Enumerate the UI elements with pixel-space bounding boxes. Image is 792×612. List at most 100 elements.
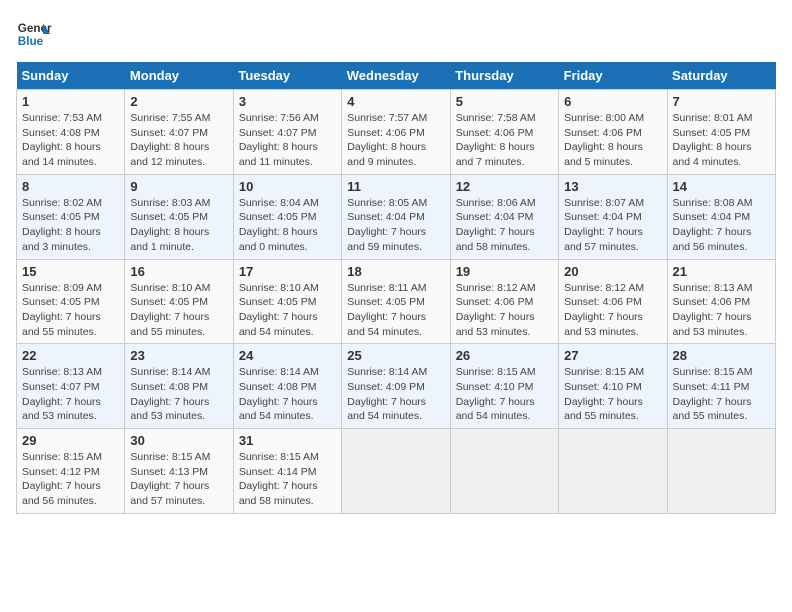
day-number: 5	[456, 94, 553, 109]
col-header-friday: Friday	[559, 62, 667, 90]
day-number: 12	[456, 179, 553, 194]
logo-icon: General Blue	[16, 16, 52, 52]
calendar-cell: 6 Sunrise: 8:00 AM Sunset: 4:06 PM Dayli…	[559, 90, 667, 175]
day-number: 31	[239, 433, 336, 448]
day-number: 6	[564, 94, 661, 109]
day-number: 25	[347, 348, 444, 363]
day-number: 10	[239, 179, 336, 194]
week-row-2: 8 Sunrise: 8:02 AM Sunset: 4:05 PM Dayli…	[17, 174, 776, 259]
calendar-cell: 11 Sunrise: 8:05 AM Sunset: 4:04 PM Dayl…	[342, 174, 450, 259]
day-number: 17	[239, 264, 336, 279]
svg-text:Blue: Blue	[18, 35, 44, 48]
day-number: 19	[456, 264, 553, 279]
day-number: 14	[673, 179, 770, 194]
day-detail: Sunrise: 7:57 AM Sunset: 4:06 PM Dayligh…	[347, 111, 444, 170]
day-detail: Sunrise: 8:08 AM Sunset: 4:04 PM Dayligh…	[673, 196, 770, 255]
col-header-thursday: Thursday	[450, 62, 558, 90]
day-number: 3	[239, 94, 336, 109]
calendar-cell: 7 Sunrise: 8:01 AM Sunset: 4:05 PM Dayli…	[667, 90, 775, 175]
col-header-monday: Monday	[125, 62, 233, 90]
day-number: 29	[22, 433, 119, 448]
calendar-cell: 27 Sunrise: 8:15 AM Sunset: 4:10 PM Dayl…	[559, 344, 667, 429]
day-detail: Sunrise: 8:14 AM Sunset: 4:08 PM Dayligh…	[130, 365, 227, 424]
day-number: 18	[347, 264, 444, 279]
day-number: 27	[564, 348, 661, 363]
day-detail: Sunrise: 8:10 AM Sunset: 4:05 PM Dayligh…	[130, 281, 227, 340]
calendar-cell: 12 Sunrise: 8:06 AM Sunset: 4:04 PM Dayl…	[450, 174, 558, 259]
day-detail: Sunrise: 8:14 AM Sunset: 4:09 PM Dayligh…	[347, 365, 444, 424]
calendar-cell: 20 Sunrise: 8:12 AM Sunset: 4:06 PM Dayl…	[559, 259, 667, 344]
day-number: 7	[673, 94, 770, 109]
day-number: 4	[347, 94, 444, 109]
day-detail: Sunrise: 8:13 AM Sunset: 4:07 PM Dayligh…	[22, 365, 119, 424]
day-number: 23	[130, 348, 227, 363]
calendar-cell: 31 Sunrise: 8:15 AM Sunset: 4:14 PM Dayl…	[233, 429, 341, 514]
calendar-cell: 2 Sunrise: 7:55 AM Sunset: 4:07 PM Dayli…	[125, 90, 233, 175]
day-detail: Sunrise: 7:56 AM Sunset: 4:07 PM Dayligh…	[239, 111, 336, 170]
calendar-cell: 1 Sunrise: 7:53 AM Sunset: 4:08 PM Dayli…	[17, 90, 125, 175]
calendar-cell: 21 Sunrise: 8:13 AM Sunset: 4:06 PM Dayl…	[667, 259, 775, 344]
day-number: 15	[22, 264, 119, 279]
day-detail: Sunrise: 8:04 AM Sunset: 4:05 PM Dayligh…	[239, 196, 336, 255]
day-detail: Sunrise: 8:02 AM Sunset: 4:05 PM Dayligh…	[22, 196, 119, 255]
day-number: 21	[673, 264, 770, 279]
day-detail: Sunrise: 8:07 AM Sunset: 4:04 PM Dayligh…	[564, 196, 661, 255]
day-number: 28	[673, 348, 770, 363]
day-detail: Sunrise: 8:01 AM Sunset: 4:05 PM Dayligh…	[673, 111, 770, 170]
day-detail: Sunrise: 8:13 AM Sunset: 4:06 PM Dayligh…	[673, 281, 770, 340]
calendar-cell: 9 Sunrise: 8:03 AM Sunset: 4:05 PM Dayli…	[125, 174, 233, 259]
calendar-cell: 13 Sunrise: 8:07 AM Sunset: 4:04 PM Dayl…	[559, 174, 667, 259]
day-detail: Sunrise: 7:53 AM Sunset: 4:08 PM Dayligh…	[22, 111, 119, 170]
calendar-cell: 24 Sunrise: 8:14 AM Sunset: 4:08 PM Dayl…	[233, 344, 341, 429]
day-number: 11	[347, 179, 444, 194]
day-detail: Sunrise: 8:05 AM Sunset: 4:04 PM Dayligh…	[347, 196, 444, 255]
calendar-cell: 14 Sunrise: 8:08 AM Sunset: 4:04 PM Dayl…	[667, 174, 775, 259]
day-number: 24	[239, 348, 336, 363]
calendar-cell: 28 Sunrise: 8:15 AM Sunset: 4:11 PM Dayl…	[667, 344, 775, 429]
day-number: 22	[22, 348, 119, 363]
day-number: 26	[456, 348, 553, 363]
day-detail: Sunrise: 8:15 AM Sunset: 4:12 PM Dayligh…	[22, 450, 119, 509]
day-detail: Sunrise: 8:15 AM Sunset: 4:10 PM Dayligh…	[456, 365, 553, 424]
calendar-cell	[342, 429, 450, 514]
calendar-cell: 4 Sunrise: 7:57 AM Sunset: 4:06 PM Dayli…	[342, 90, 450, 175]
day-detail: Sunrise: 8:15 AM Sunset: 4:11 PM Dayligh…	[673, 365, 770, 424]
calendar-cell	[450, 429, 558, 514]
col-header-wednesday: Wednesday	[342, 62, 450, 90]
week-row-4: 22 Sunrise: 8:13 AM Sunset: 4:07 PM Dayl…	[17, 344, 776, 429]
day-detail: Sunrise: 8:06 AM Sunset: 4:04 PM Dayligh…	[456, 196, 553, 255]
day-number: 9	[130, 179, 227, 194]
day-number: 16	[130, 264, 227, 279]
calendar-cell: 16 Sunrise: 8:10 AM Sunset: 4:05 PM Dayl…	[125, 259, 233, 344]
day-detail: Sunrise: 8:15 AM Sunset: 4:14 PM Dayligh…	[239, 450, 336, 509]
calendar-cell: 29 Sunrise: 8:15 AM Sunset: 4:12 PM Dayl…	[17, 429, 125, 514]
day-detail: Sunrise: 7:58 AM Sunset: 4:06 PM Dayligh…	[456, 111, 553, 170]
day-detail: Sunrise: 8:00 AM Sunset: 4:06 PM Dayligh…	[564, 111, 661, 170]
day-detail: Sunrise: 8:09 AM Sunset: 4:05 PM Dayligh…	[22, 281, 119, 340]
week-row-5: 29 Sunrise: 8:15 AM Sunset: 4:12 PM Dayl…	[17, 429, 776, 514]
day-detail: Sunrise: 8:15 AM Sunset: 4:10 PM Dayligh…	[564, 365, 661, 424]
day-detail: Sunrise: 7:55 AM Sunset: 4:07 PM Dayligh…	[130, 111, 227, 170]
calendar-cell: 19 Sunrise: 8:12 AM Sunset: 4:06 PM Dayl…	[450, 259, 558, 344]
week-row-1: 1 Sunrise: 7:53 AM Sunset: 4:08 PM Dayli…	[17, 90, 776, 175]
day-detail: Sunrise: 8:15 AM Sunset: 4:13 PM Dayligh…	[130, 450, 227, 509]
day-detail: Sunrise: 8:12 AM Sunset: 4:06 PM Dayligh…	[456, 281, 553, 340]
calendar-cell: 30 Sunrise: 8:15 AM Sunset: 4:13 PM Dayl…	[125, 429, 233, 514]
calendar-cell: 17 Sunrise: 8:10 AM Sunset: 4:05 PM Dayl…	[233, 259, 341, 344]
calendar-cell	[559, 429, 667, 514]
week-row-3: 15 Sunrise: 8:09 AM Sunset: 4:05 PM Dayl…	[17, 259, 776, 344]
calendar-cell: 10 Sunrise: 8:04 AM Sunset: 4:05 PM Dayl…	[233, 174, 341, 259]
header: General Blue	[16, 16, 776, 52]
calendar-cell: 25 Sunrise: 8:14 AM Sunset: 4:09 PM Dayl…	[342, 344, 450, 429]
calendar-cell: 23 Sunrise: 8:14 AM Sunset: 4:08 PM Dayl…	[125, 344, 233, 429]
calendar-cell: 26 Sunrise: 8:15 AM Sunset: 4:10 PM Dayl…	[450, 344, 558, 429]
day-detail: Sunrise: 8:10 AM Sunset: 4:05 PM Dayligh…	[239, 281, 336, 340]
calendar-cell	[667, 429, 775, 514]
col-header-sunday: Sunday	[17, 62, 125, 90]
calendar-table: SundayMondayTuesdayWednesdayThursdayFrid…	[16, 62, 776, 514]
day-detail: Sunrise: 8:11 AM Sunset: 4:05 PM Dayligh…	[347, 281, 444, 340]
day-number: 2	[130, 94, 227, 109]
day-number: 30	[130, 433, 227, 448]
day-detail: Sunrise: 8:03 AM Sunset: 4:05 PM Dayligh…	[130, 196, 227, 255]
calendar-cell: 15 Sunrise: 8:09 AM Sunset: 4:05 PM Dayl…	[17, 259, 125, 344]
